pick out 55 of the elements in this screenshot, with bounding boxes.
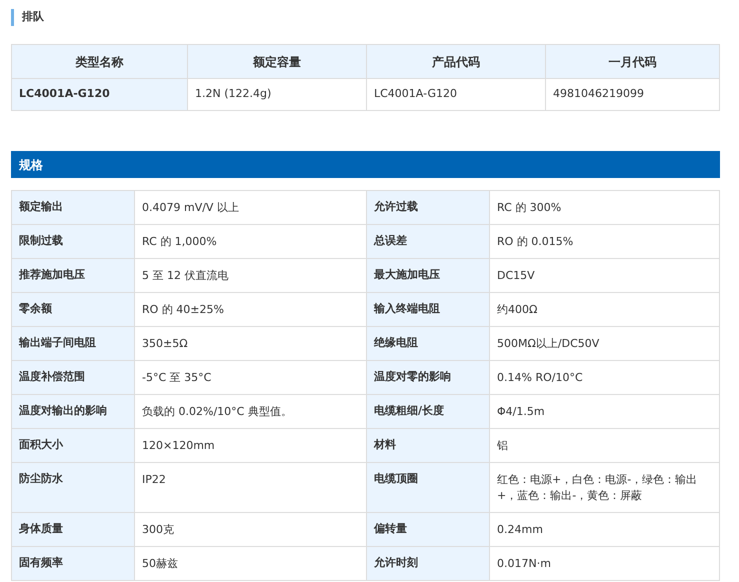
spec-value: 铝 [490, 428, 720, 462]
spec-value: RO 的 0.015% [490, 224, 720, 258]
spec-value: 0.14% RO/10°C [490, 360, 720, 394]
spec-value: Φ4/1.5m [490, 394, 720, 428]
spec-label: 温度补偿范围 [12, 360, 134, 394]
spec-label: 最大施加电压 [366, 258, 490, 292]
column-header: 产品代码 [366, 44, 546, 78]
spec-value: DC15V [490, 258, 720, 292]
spec-label: 电缆顶圈 [366, 462, 490, 512]
spec-value: 负载的 0.02%/10°C 典型值。 [134, 394, 366, 428]
spec-label: 固有频率 [12, 546, 134, 580]
spec-value: RC 的 1,000% [134, 224, 366, 258]
spec-value: 0.4079 mV/V 以上 [134, 190, 366, 224]
spec-label: 面积大小 [12, 428, 134, 462]
spec-label: 材料 [366, 428, 490, 462]
spec-label: 偏转量 [366, 512, 490, 546]
spec-label: 输入终端电阻 [366, 292, 490, 326]
spec-value: 300克 [134, 512, 366, 546]
spec-value: IP22 [134, 462, 366, 512]
section-heading: 排队 [22, 9, 44, 26]
spec-value: 5 至 12 伏直流电 [134, 258, 366, 292]
spec-label: 额定输出 [12, 190, 134, 224]
spec-label: 绝缘电阻 [366, 326, 490, 360]
spec-value: RO 的 40±25% [134, 292, 366, 326]
table-cell: 1.2N (122.4g) [188, 78, 366, 110]
heading-accent-bar [11, 9, 14, 26]
spec-value: 约400Ω [490, 292, 720, 326]
spec-label: 身体质量 [12, 512, 134, 546]
spec-value: 0.24mm [490, 512, 720, 546]
spec-label: 总误差 [366, 224, 490, 258]
spec-label: 电缆粗细/长度 [366, 394, 490, 428]
column-header: 类型名称 [12, 44, 188, 78]
spec-label: 防尘防水 [12, 462, 134, 512]
table-cell: 4981046219099 [546, 78, 720, 110]
spec-label: 允许时刻 [366, 546, 490, 580]
spec-value: 350±5Ω [134, 326, 366, 360]
spec-label: 推荐施加电压 [12, 258, 134, 292]
spec-value: RC 的 300% [490, 190, 720, 224]
spec-value: 0.017N·m [490, 546, 720, 580]
column-header: 额定容量 [188, 44, 366, 78]
spec-label: 零余额 [12, 292, 134, 326]
spec-value: -5°C 至 35°C [134, 360, 366, 394]
spec-label: 温度对零的影响 [366, 360, 490, 394]
spec-label: 温度对输出的影响 [12, 394, 134, 428]
table-cell: LC4001A-G120 [366, 78, 546, 110]
spec-value: 120×120mm [134, 428, 366, 462]
spec-label: 允许过载 [366, 190, 490, 224]
spec-value: 红色：电源+，白色：电源-，绿色：输出+，蓝色：输出-，黄色：屏蔽 [490, 462, 720, 512]
spec-label: 输出端子间电阻 [12, 326, 134, 360]
spec-value: 50赫兹 [134, 546, 366, 580]
spec-value: 500MΩ以上/DC50V [490, 326, 720, 360]
section-header-bar: 规格 [11, 151, 720, 178]
column-header: 一月代码 [546, 44, 720, 78]
spec-label: 限制过载 [12, 224, 134, 258]
table-cell: LC4001A-G120 [12, 78, 188, 110]
